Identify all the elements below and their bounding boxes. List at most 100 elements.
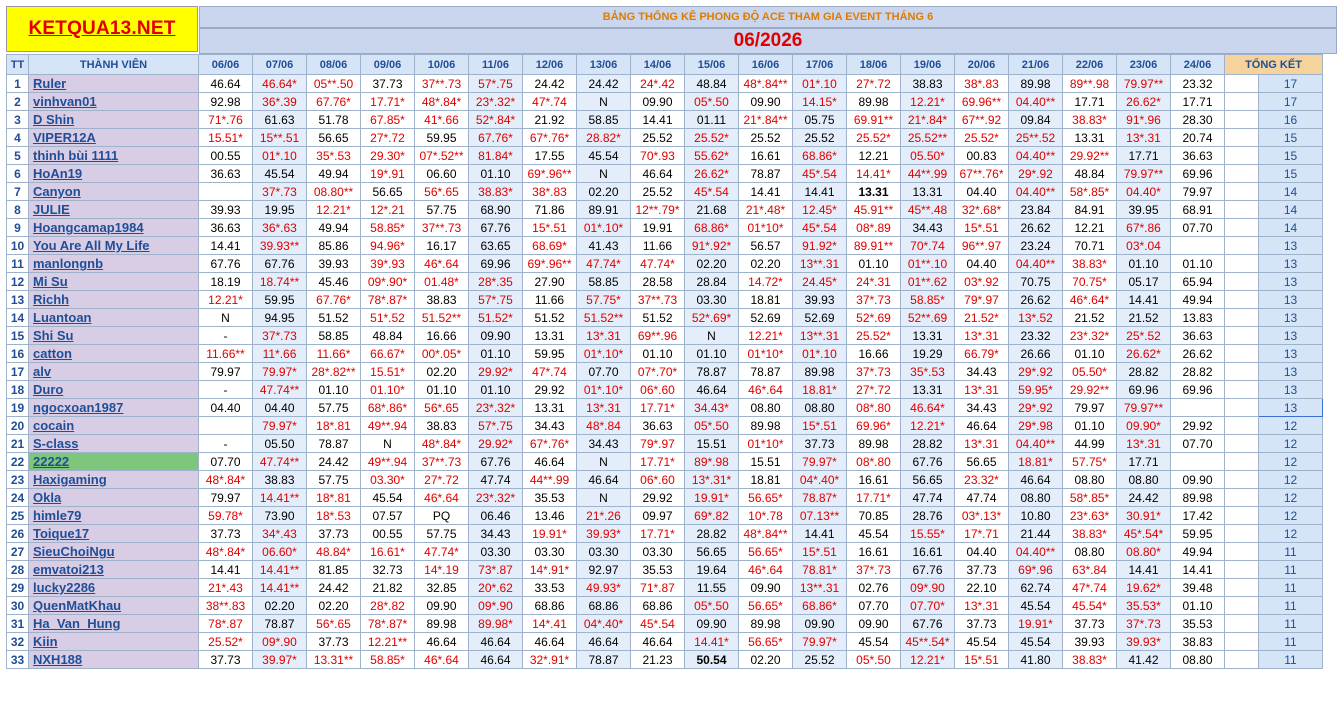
score-cell[interactable]: 29.92	[630, 488, 685, 507]
score-cell[interactable]: 37**.73	[414, 452, 469, 471]
score-cell[interactable]: 19.95	[252, 200, 307, 219]
score-cell[interactable]: 11.66	[630, 236, 685, 255]
score-cell[interactable]: 19.64	[684, 560, 739, 579]
score-cell[interactable]: 49.94	[1170, 542, 1225, 561]
score-cell[interactable]: 25.52*	[954, 128, 1009, 147]
score-cell[interactable]: 48.84*	[306, 542, 361, 561]
score-cell[interactable]: 47.74	[468, 470, 523, 489]
score-cell[interactable]: 47.74*	[414, 542, 469, 561]
score-cell[interactable]: 17.71*	[846, 488, 901, 507]
member-name-cell[interactable]: Haxigaming	[28, 470, 199, 489]
member-name-cell[interactable]: Shi Su	[28, 326, 199, 345]
score-cell[interactable]: 12.21*	[198, 290, 253, 309]
score-cell[interactable]: 21*.84*	[900, 110, 955, 129]
member-name-link[interactable]: lucky2286	[33, 580, 95, 595]
score-cell[interactable]: 79.97	[198, 488, 253, 507]
score-cell[interactable]: 28.82	[1116, 362, 1171, 381]
score-cell[interactable]: 03.30	[576, 542, 631, 561]
score-cell[interactable]: 23*.32*	[468, 92, 523, 111]
score-cell[interactable]: 44**.99	[522, 470, 577, 489]
score-cell[interactable]: 01.10*	[360, 380, 415, 399]
score-cell[interactable]: 47.74**	[252, 452, 307, 471]
score-cell[interactable]: 15.51	[738, 452, 793, 471]
member-name-cell[interactable]: QuenMatKhau	[28, 596, 199, 615]
total-cell[interactable]: 14	[1258, 182, 1323, 201]
score-cell[interactable]: 51.52	[630, 308, 685, 327]
score-cell[interactable]: 14.15*	[792, 92, 847, 111]
score-cell[interactable]: 89.98	[1170, 488, 1225, 507]
score-cell[interactable]: 67**.76*	[954, 164, 1009, 183]
score-cell[interactable]: 35.53*	[1116, 596, 1171, 615]
score-cell[interactable]: 46.64*	[252, 74, 307, 93]
score-cell[interactable]: 48*.84*	[414, 434, 469, 453]
score-cell[interactable]: 13*.31	[576, 326, 631, 345]
member-name-link[interactable]: Shi Su	[33, 328, 73, 343]
score-cell[interactable]: 17.71*	[630, 524, 685, 543]
score-cell[interactable]: 32*.91*	[522, 650, 577, 669]
score-cell[interactable]: 46.64	[630, 164, 685, 183]
score-cell[interactable]: 38.83	[1170, 632, 1225, 651]
score-cell[interactable]: 37*.73	[846, 290, 901, 309]
score-cell[interactable]: 17.71	[1062, 92, 1117, 111]
score-cell[interactable]: 57.75	[306, 398, 361, 417]
score-cell[interactable]: 52*.69*	[684, 308, 739, 327]
score-cell[interactable]: 59.78*	[198, 506, 253, 525]
score-cell[interactable]: 26.66	[1008, 344, 1063, 363]
score-cell[interactable]: 14.41*	[684, 632, 739, 651]
score-cell[interactable]: 01.11	[684, 110, 739, 129]
score-cell[interactable]: 06.60	[414, 164, 469, 183]
score-cell[interactable]: 70*.93	[630, 146, 685, 165]
total-cell[interactable]: 11	[1258, 578, 1323, 597]
total-cell[interactable]: 15	[1258, 128, 1323, 147]
score-cell[interactable]: 37.73	[792, 434, 847, 453]
score-cell[interactable]: 24.42	[306, 452, 361, 471]
score-cell[interactable]: 56.65*	[738, 488, 793, 507]
member-name-link[interactable]: Mi Su	[33, 274, 68, 289]
score-cell[interactable]: 02.20	[738, 254, 793, 273]
total-cell[interactable]: 11	[1258, 614, 1323, 633]
member-name-link[interactable]: Ha_Van_Hung	[33, 616, 120, 631]
score-cell[interactable]: 92.98	[198, 92, 253, 111]
score-cell[interactable]: 39.93	[198, 200, 253, 219]
score-cell[interactable]	[1170, 452, 1225, 471]
score-cell[interactable]: 46.64	[468, 650, 523, 669]
member-name-cell[interactable]: manlongnb	[28, 254, 199, 273]
score-cell[interactable]: 57.75	[414, 200, 469, 219]
score-cell[interactable]: 06*.60	[630, 380, 685, 399]
score-cell[interactable]: 41.42	[1116, 650, 1171, 669]
score-cell[interactable]: 57*.75	[468, 290, 523, 309]
score-cell[interactable]: 14*.19	[414, 560, 469, 579]
score-cell[interactable]: 47*.74	[522, 92, 577, 111]
score-cell[interactable]: 81.85	[306, 560, 361, 579]
score-cell[interactable]: 23.32	[1170, 74, 1225, 93]
score-cell[interactable]: 45.54*	[1062, 596, 1117, 615]
member-name-cell[interactable]: thinh bùi 1111	[28, 146, 199, 165]
score-cell[interactable]: 68.86*	[792, 146, 847, 165]
score-cell[interactable]: 08.80	[1008, 488, 1063, 507]
score-cell[interactable]: 58.85*	[900, 290, 955, 309]
score-cell[interactable]: 39.93	[792, 290, 847, 309]
member-name-link[interactable]: NXH188	[33, 652, 82, 667]
score-cell[interactable]: 46.64	[468, 632, 523, 651]
score-cell[interactable]: 13**.31	[792, 326, 847, 345]
score-cell[interactable]: 46*.64*	[1062, 290, 1117, 309]
score-cell[interactable]: 27.90	[522, 272, 577, 291]
score-cell[interactable]: 07.70	[198, 452, 253, 471]
score-cell[interactable]: 13.31	[900, 380, 955, 399]
score-cell[interactable]: 13.83	[1170, 308, 1225, 327]
score-cell[interactable]: 67.76	[468, 452, 523, 471]
score-cell[interactable]: 14.41**	[252, 560, 307, 579]
score-cell[interactable]: 21*.26	[576, 506, 631, 525]
score-cell[interactable]: 32.85	[414, 578, 469, 597]
score-cell[interactable]: 12.21*	[900, 650, 955, 669]
score-cell[interactable]: 38.83*	[1062, 254, 1117, 273]
score-cell[interactable]: 04.40**	[1008, 146, 1063, 165]
score-cell[interactable]: 13.31	[522, 326, 577, 345]
score-cell[interactable]: 08.80	[792, 398, 847, 417]
score-cell[interactable]: 14.41	[1170, 560, 1225, 579]
score-cell[interactable]: 68*.86*	[360, 398, 415, 417]
score-cell[interactable]: 04*.40*	[792, 470, 847, 489]
score-cell[interactable]: 01.10	[468, 344, 523, 363]
score-cell[interactable]: 62.74	[1008, 578, 1063, 597]
score-cell[interactable]: 12.21*	[900, 416, 955, 435]
